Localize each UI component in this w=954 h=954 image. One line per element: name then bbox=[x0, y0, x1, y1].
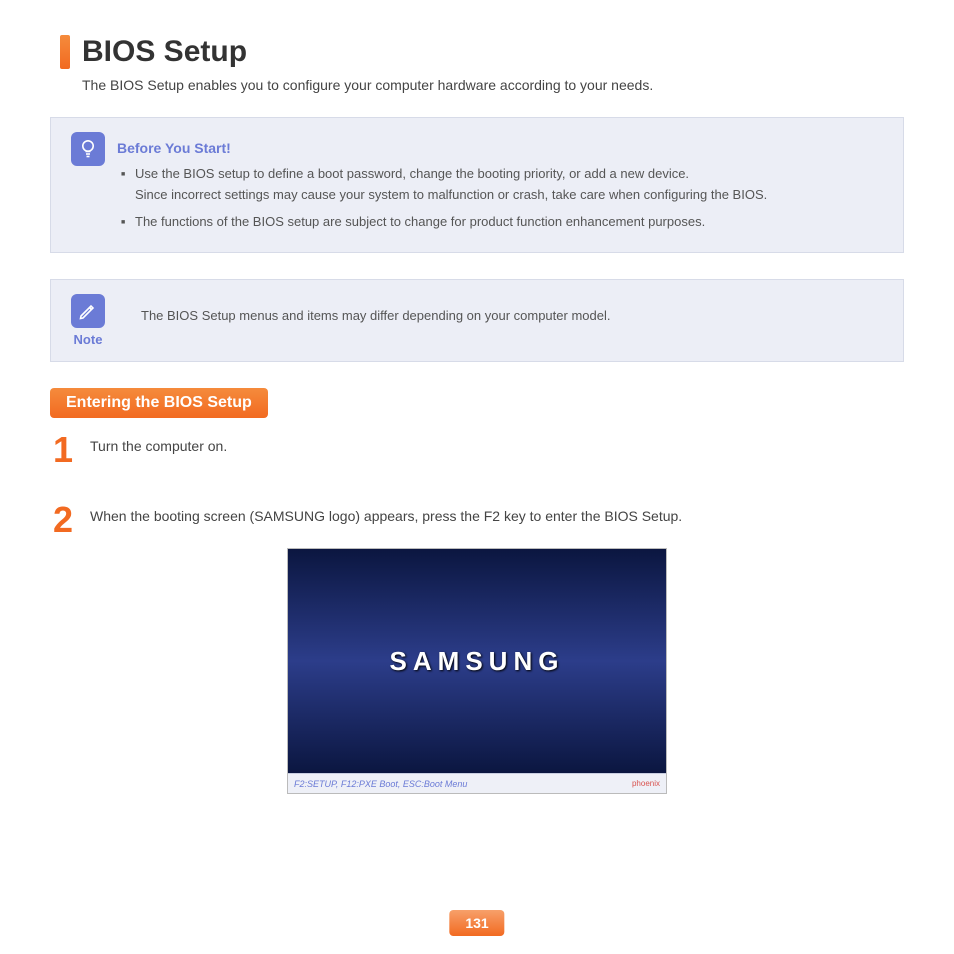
step-number: 1 bbox=[50, 432, 76, 468]
tip-box: Before You Start! Use the BIOS setup to … bbox=[50, 117, 904, 253]
lightbulb-icon bbox=[71, 132, 105, 166]
step-text: When the booting screen (SAMSUNG logo) a… bbox=[90, 502, 682, 524]
boot-screen-image: SAMSUNG F2:SETUP, F12:PXE Boot, ESC:Boot… bbox=[287, 548, 667, 794]
boot-footer-right: phoenix bbox=[632, 779, 660, 788]
step-2: 2 When the booting screen (SAMSUNG logo)… bbox=[50, 502, 904, 538]
note-text: The BIOS Setup menus and items may diffe… bbox=[141, 294, 610, 323]
page-title-row: BIOS Setup bbox=[60, 35, 904, 69]
tip-bullets: Use the BIOS setup to define a boot pass… bbox=[117, 164, 883, 232]
boot-footer-left: F2:SETUP, F12:PXE Boot, ESC:Boot Menu bbox=[294, 779, 467, 789]
page-number-badge: 131 bbox=[449, 910, 504, 936]
step-1: 1 Turn the computer on. bbox=[50, 432, 904, 468]
page-title: BIOS Setup bbox=[82, 35, 247, 69]
tip-bullet: The functions of the BIOS setup are subj… bbox=[121, 212, 883, 233]
intro-text: The BIOS Setup enables you to configure … bbox=[82, 77, 904, 93]
accent-bar bbox=[60, 35, 70, 69]
section-title: Entering the BIOS Setup bbox=[50, 388, 268, 418]
step-number: 2 bbox=[50, 502, 76, 538]
boot-screen-footer: F2:SETUP, F12:PXE Boot, ESC:Boot Menu ph… bbox=[288, 773, 666, 793]
boot-screen-main: SAMSUNG bbox=[288, 549, 666, 773]
tip-title: Before You Start! bbox=[117, 140, 883, 156]
note-box: Note The BIOS Setup menus and items may … bbox=[50, 279, 904, 362]
pencil-icon bbox=[71, 294, 105, 328]
samsung-logo: SAMSUNG bbox=[390, 646, 565, 677]
tip-bullet: Use the BIOS setup to define a boot pass… bbox=[121, 164, 883, 206]
step-text: Turn the computer on. bbox=[90, 432, 227, 454]
note-label: Note bbox=[74, 332, 103, 347]
